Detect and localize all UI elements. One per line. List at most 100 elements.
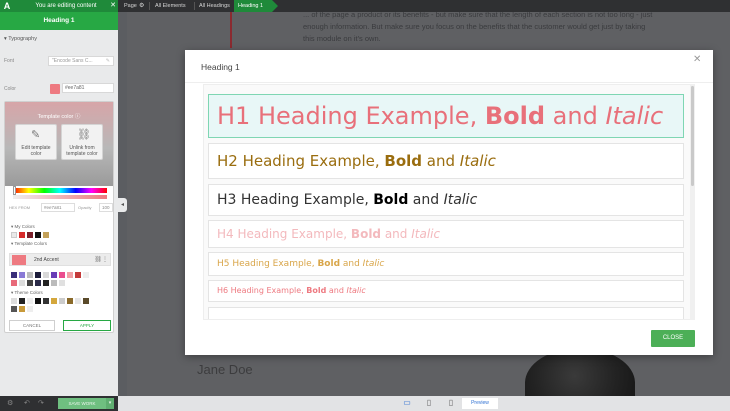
color-swatch-item[interactable] bbox=[59, 280, 65, 286]
chevron-down-icon[interactable]: ▾ bbox=[106, 398, 114, 409]
heading-and: and bbox=[381, 227, 412, 241]
section-label: Typography bbox=[8, 36, 37, 42]
hue-handle[interactable] bbox=[13, 186, 16, 195]
color-swatch-item[interactable] bbox=[11, 272, 17, 278]
color-swatch-item[interactable] bbox=[27, 306, 33, 312]
color-swatch-item[interactable] bbox=[43, 298, 49, 304]
chevron-left-icon[interactable]: ◂ bbox=[118, 198, 127, 212]
testimonial-photo bbox=[525, 348, 635, 396]
heading-bold: Bold bbox=[350, 227, 382, 241]
theme-colors-text: Theme Colors bbox=[14, 290, 43, 295]
breadcrumb-separator bbox=[189, 2, 195, 10]
hex-row: HEX FROM #ee7a81 Opacity 100 bbox=[7, 203, 113, 212]
unlink-template-color-button[interactable]: ⛓ Unlink from template color bbox=[61, 124, 103, 160]
undo-icon[interactable]: ↶ bbox=[24, 399, 30, 407]
mobile-icon[interactable]: ▯ bbox=[446, 398, 456, 407]
close-icon[interactable]: ✕ bbox=[693, 54, 701, 65]
heading-text: H2 Heading Example, bbox=[217, 152, 385, 170]
opacity-slider[interactable] bbox=[13, 195, 107, 199]
heading-bold: Bold bbox=[317, 259, 341, 269]
accent-swatch bbox=[12, 255, 26, 265]
color-swatch-item[interactable] bbox=[11, 280, 17, 286]
color-swatch[interactable] bbox=[50, 84, 60, 94]
heading-option-h6[interactable]: H6 Heading Example, Bold and Italic bbox=[208, 280, 684, 302]
logo-icon[interactable]: A bbox=[0, 0, 14, 12]
hex-input[interactable]: #ee7a81 bbox=[41, 203, 75, 212]
color-swatch-item[interactable] bbox=[35, 298, 41, 304]
color-swatch-item[interactable] bbox=[83, 272, 89, 278]
color-swatch-item[interactable] bbox=[27, 272, 33, 278]
heading-italic: Italic bbox=[411, 227, 441, 241]
font-label: Font bbox=[4, 58, 15, 64]
color-swatch-item[interactable] bbox=[43, 280, 49, 286]
breadcrumb-all-elements[interactable]: All Elements bbox=[155, 0, 186, 12]
apply-button[interactable]: APPLY bbox=[63, 320, 111, 331]
color-swatch-item[interactable] bbox=[19, 232, 25, 238]
settings-icon[interactable]: ⚙ bbox=[7, 399, 13, 407]
save-work-button[interactable]: SAVE WORK bbox=[58, 398, 106, 409]
close-editing-icon[interactable]: ✕ bbox=[108, 0, 118, 12]
breadcrumb-heading-1[interactable]: Heading 1 bbox=[234, 0, 278, 12]
heading-option-h1[interactable]: H1 Heading Example, Bold and Italic bbox=[208, 94, 684, 138]
heading-and: and bbox=[422, 152, 460, 170]
color-swatch-item[interactable] bbox=[35, 232, 41, 238]
theme-colors-label: ▾ Theme Colors bbox=[11, 290, 43, 295]
color-swatch-item[interactable] bbox=[59, 272, 65, 278]
desktop-icon[interactable]: ▭ bbox=[402, 398, 412, 407]
heading-italic: Italic bbox=[459, 152, 496, 170]
more-icon[interactable]: ⋮ bbox=[102, 256, 108, 263]
redo-icon[interactable]: ↷ bbox=[38, 399, 44, 407]
pencil-icon: ✎ bbox=[105, 58, 110, 64]
color-swatch-item[interactable] bbox=[11, 306, 17, 312]
heading-and: and bbox=[545, 102, 606, 130]
color-swatch-item[interactable] bbox=[43, 232, 49, 238]
hue-slider[interactable] bbox=[13, 188, 107, 193]
color-swatch-item[interactable] bbox=[19, 272, 25, 278]
unlink-icon[interactable]: ⛓ bbox=[94, 256, 102, 263]
cancel-button[interactable]: CANCEL bbox=[9, 320, 55, 331]
color-swatch-item[interactable] bbox=[59, 298, 65, 304]
color-hex-field[interactable]: #ee7a81 bbox=[62, 83, 114, 93]
breadcrumb-page[interactable]: Page bbox=[124, 0, 137, 12]
color-swatch-item[interactable] bbox=[27, 280, 33, 286]
color-swatch-item[interactable] bbox=[75, 272, 81, 278]
my-colors-text: My Colors bbox=[14, 224, 35, 229]
typography-section-toggle[interactable]: ▾ Typography bbox=[4, 36, 37, 42]
saturation-area[interactable]: Template color ⓘ ✎ Edit template color ⛓… bbox=[5, 102, 113, 186]
color-swatch-item[interactable] bbox=[19, 306, 25, 312]
color-swatch-item[interactable] bbox=[19, 280, 25, 286]
close-button[interactable]: CLOSE bbox=[651, 330, 695, 347]
color-swatch-item[interactable] bbox=[27, 232, 33, 238]
scrollbar-thumb[interactable] bbox=[691, 86, 694, 186]
color-swatch-item[interactable] bbox=[75, 298, 81, 304]
tablet-icon[interactable]: ▯ bbox=[424, 398, 434, 407]
color-swatch-item[interactable] bbox=[51, 280, 57, 286]
heading-option-extra[interactable] bbox=[208, 307, 684, 319]
font-select[interactable]: "Encode Sans C... ✎ bbox=[48, 56, 114, 66]
heading-option-h4[interactable]: H4 Heading Example, Bold and Italic bbox=[208, 220, 684, 248]
breadcrumb-all-headings[interactable]: All Headings bbox=[199, 0, 230, 12]
heading-option-h2[interactable]: H2 Heading Example, Bold and Italic bbox=[208, 143, 684, 179]
color-swatch-item[interactable] bbox=[19, 298, 25, 304]
preview-button[interactable]: Preview bbox=[462, 398, 498, 409]
heading-option-h3[interactable]: H3 Heading Example, Bold and Italic bbox=[208, 184, 684, 216]
heading-italic: Italic bbox=[362, 259, 385, 269]
color-swatch-item[interactable] bbox=[43, 272, 49, 278]
color-swatch-item[interactable] bbox=[11, 298, 17, 304]
color-swatch-item[interactable] bbox=[67, 298, 73, 304]
color-swatch-item[interactable] bbox=[83, 298, 89, 304]
color-swatch-item[interactable] bbox=[67, 272, 73, 278]
color-swatch-item[interactable] bbox=[11, 232, 17, 238]
color-swatch-item[interactable] bbox=[35, 280, 41, 286]
color-swatch-item[interactable] bbox=[27, 298, 33, 304]
my-colors-label: ▾ My Colors bbox=[11, 224, 35, 229]
heading-option-h5[interactable]: H5 Heading Example, Bold and Italic bbox=[208, 252, 684, 276]
opacity-input[interactable]: 100 bbox=[99, 203, 113, 212]
color-swatch-item[interactable] bbox=[51, 298, 57, 304]
edit-template-color-button[interactable]: ✎ Edit template color bbox=[15, 124, 57, 160]
heading-bold: Bold bbox=[384, 152, 423, 170]
accent-color-row[interactable]: 2nd Accent ⛓ ⋮ bbox=[9, 253, 111, 266]
info-icon[interactable]: ⓘ bbox=[75, 114, 81, 120]
color-swatch-item[interactable] bbox=[35, 272, 41, 278]
color-swatch-item[interactable] bbox=[51, 272, 57, 278]
